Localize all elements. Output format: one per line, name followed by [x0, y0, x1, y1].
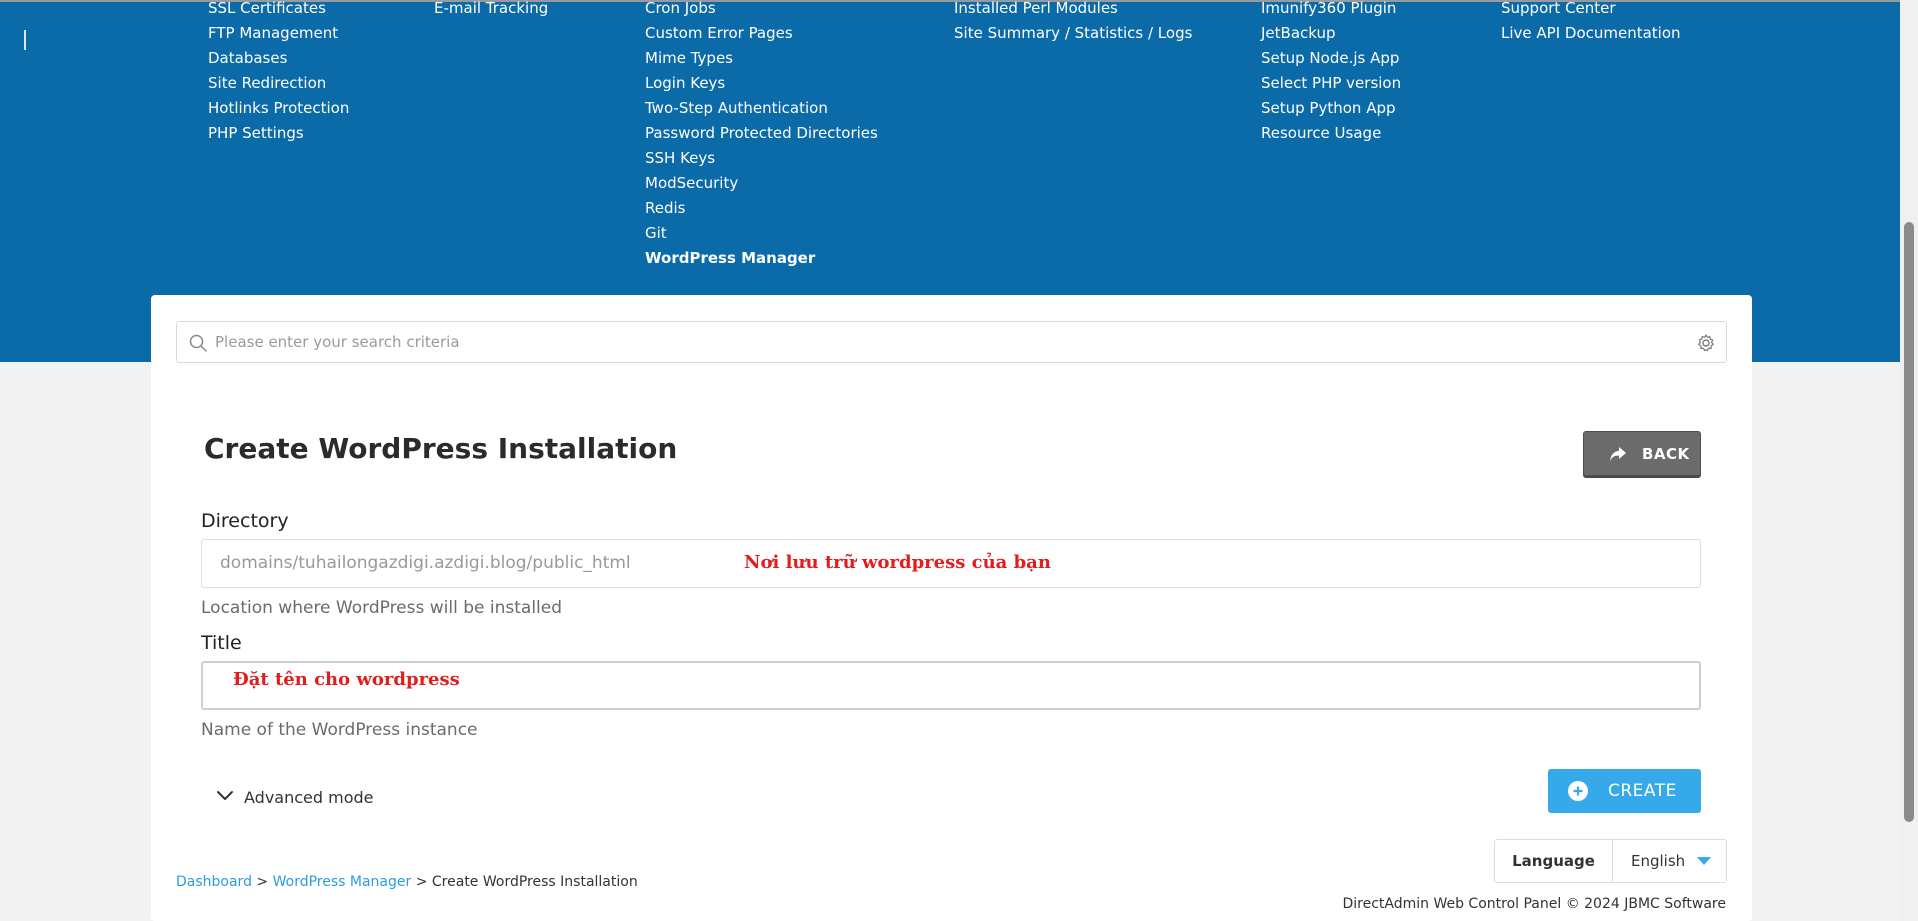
search-bar [176, 321, 1727, 363]
nav-item-jetbackup[interactable]: JetBackup [1261, 24, 1336, 42]
title-annotation: Đặt tên cho wordpress [233, 669, 460, 690]
nav-item-git[interactable]: Git [645, 224, 667, 242]
nav-item-php-settings[interactable]: PHP Settings [208, 124, 304, 142]
directory-value: domains/tuhailongazdigi.azdigi.blog/publ… [220, 553, 631, 573]
plus-circle-icon [1568, 781, 1588, 801]
directory-annotation: Nơi lưu trữ wordpress của bạn [744, 552, 1051, 573]
page-scrollbar[interactable] [1900, 0, 1918, 921]
page-title: Create WordPress Installation [204, 432, 678, 465]
caret-down-icon [1697, 857, 1711, 865]
gear-icon[interactable] [1696, 333, 1716, 353]
nav-item-hotlinks-protection[interactable]: Hotlinks Protection [208, 99, 349, 117]
scrollbar-thumb[interactable] [1904, 222, 1914, 822]
nav-item-setup-nodejs-app[interactable]: Setup Node.js App [1261, 49, 1399, 67]
nav-item-ftp-management[interactable]: FTP Management [208, 24, 338, 42]
create-button-label: CREATE [1608, 781, 1677, 801]
share-arrow-icon [1610, 447, 1626, 461]
directory-label: Directory [201, 510, 289, 532]
breadcrumb-separator: > [415, 874, 428, 890]
nav-item-two-step-authentication[interactable]: Two-Step Authentication [645, 99, 828, 117]
footer-copyright: DirectAdmin Web Control Panel © 2024 JBM… [1342, 896, 1726, 912]
nav-item-email-tracking[interactable]: E-mail Tracking [434, 0, 548, 17]
text-cursor-marker [24, 30, 26, 50]
nav-item-redis[interactable]: Redis [645, 199, 685, 217]
language-dropdown[interactable]: English [1613, 840, 1727, 882]
breadcrumb-current: Create WordPress Installation [431, 874, 638, 890]
nav-item-cron-jobs[interactable]: Cron Jobs [645, 0, 716, 17]
breadcrumb-wordpress-manager[interactable]: WordPress Manager [273, 874, 412, 890]
nav-item-installed-perl-modules[interactable]: Installed Perl Modules [954, 0, 1118, 17]
nav-item-select-php-version[interactable]: Select PHP version [1261, 74, 1401, 92]
nav-item-modsecurity[interactable]: ModSecurity [645, 174, 738, 192]
directory-help-text: Location where WordPress will be install… [201, 598, 563, 618]
directory-field[interactable]: domains/tuhailongazdigi.azdigi.blog/publ… [201, 539, 1701, 588]
nav-item-mime-types[interactable]: Mime Types [645, 49, 733, 67]
nav-item-wordpress-manager[interactable]: WordPress Manager [645, 249, 815, 267]
nav-item-setup-python-app[interactable]: Setup Python App [1261, 99, 1396, 117]
nav-item-support-center[interactable]: Support Center [1501, 0, 1616, 17]
title-label: Title [201, 632, 242, 654]
nav-item-live-api-documentation[interactable]: Live API Documentation [1501, 24, 1681, 42]
advanced-mode-label: Advanced mode [244, 788, 374, 807]
nav-item-ssh-keys[interactable]: SSH Keys [645, 149, 715, 167]
nav-item-custom-error-pages[interactable]: Custom Error Pages [645, 24, 793, 42]
nav-item-ssl-certificates[interactable]: SSL Certificates [208, 0, 326, 17]
breadcrumb-dashboard[interactable]: Dashboard [176, 874, 252, 890]
title-help-text: Name of the WordPress instance [201, 720, 478, 740]
nav-item-login-keys[interactable]: Login Keys [645, 74, 725, 92]
language-selector: Language English [1494, 839, 1727, 883]
breadcrumb: Dashboard > WordPress Manager > Create W… [176, 874, 638, 890]
back-button-label: BACK [1642, 445, 1690, 463]
nav-item-databases[interactable]: Databases [208, 49, 287, 67]
nav-item-password-protected-directories[interactable]: Password Protected Directories [645, 124, 878, 142]
language-label: Language [1495, 840, 1613, 882]
nav-item-site-redirection[interactable]: Site Redirection [208, 74, 326, 92]
title-field[interactable]: Đặt tên cho wordpress [201, 661, 1701, 710]
search-icon [189, 334, 207, 352]
nav-item-imunify360-plugin[interactable]: Imunify360 Plugin [1261, 0, 1396, 17]
create-button[interactable]: CREATE [1548, 769, 1701, 813]
back-button[interactable]: BACK [1583, 431, 1701, 476]
nav-item-site-summary-statistics-logs[interactable]: Site Summary / Statistics / Logs [954, 24, 1192, 42]
search-input[interactable] [215, 328, 1675, 356]
nav-item-resource-usage[interactable]: Resource Usage [1261, 124, 1381, 142]
breadcrumb-separator: > [256, 874, 269, 890]
language-selected: English [1631, 852, 1686, 870]
chevron-down-icon [217, 791, 233, 800]
